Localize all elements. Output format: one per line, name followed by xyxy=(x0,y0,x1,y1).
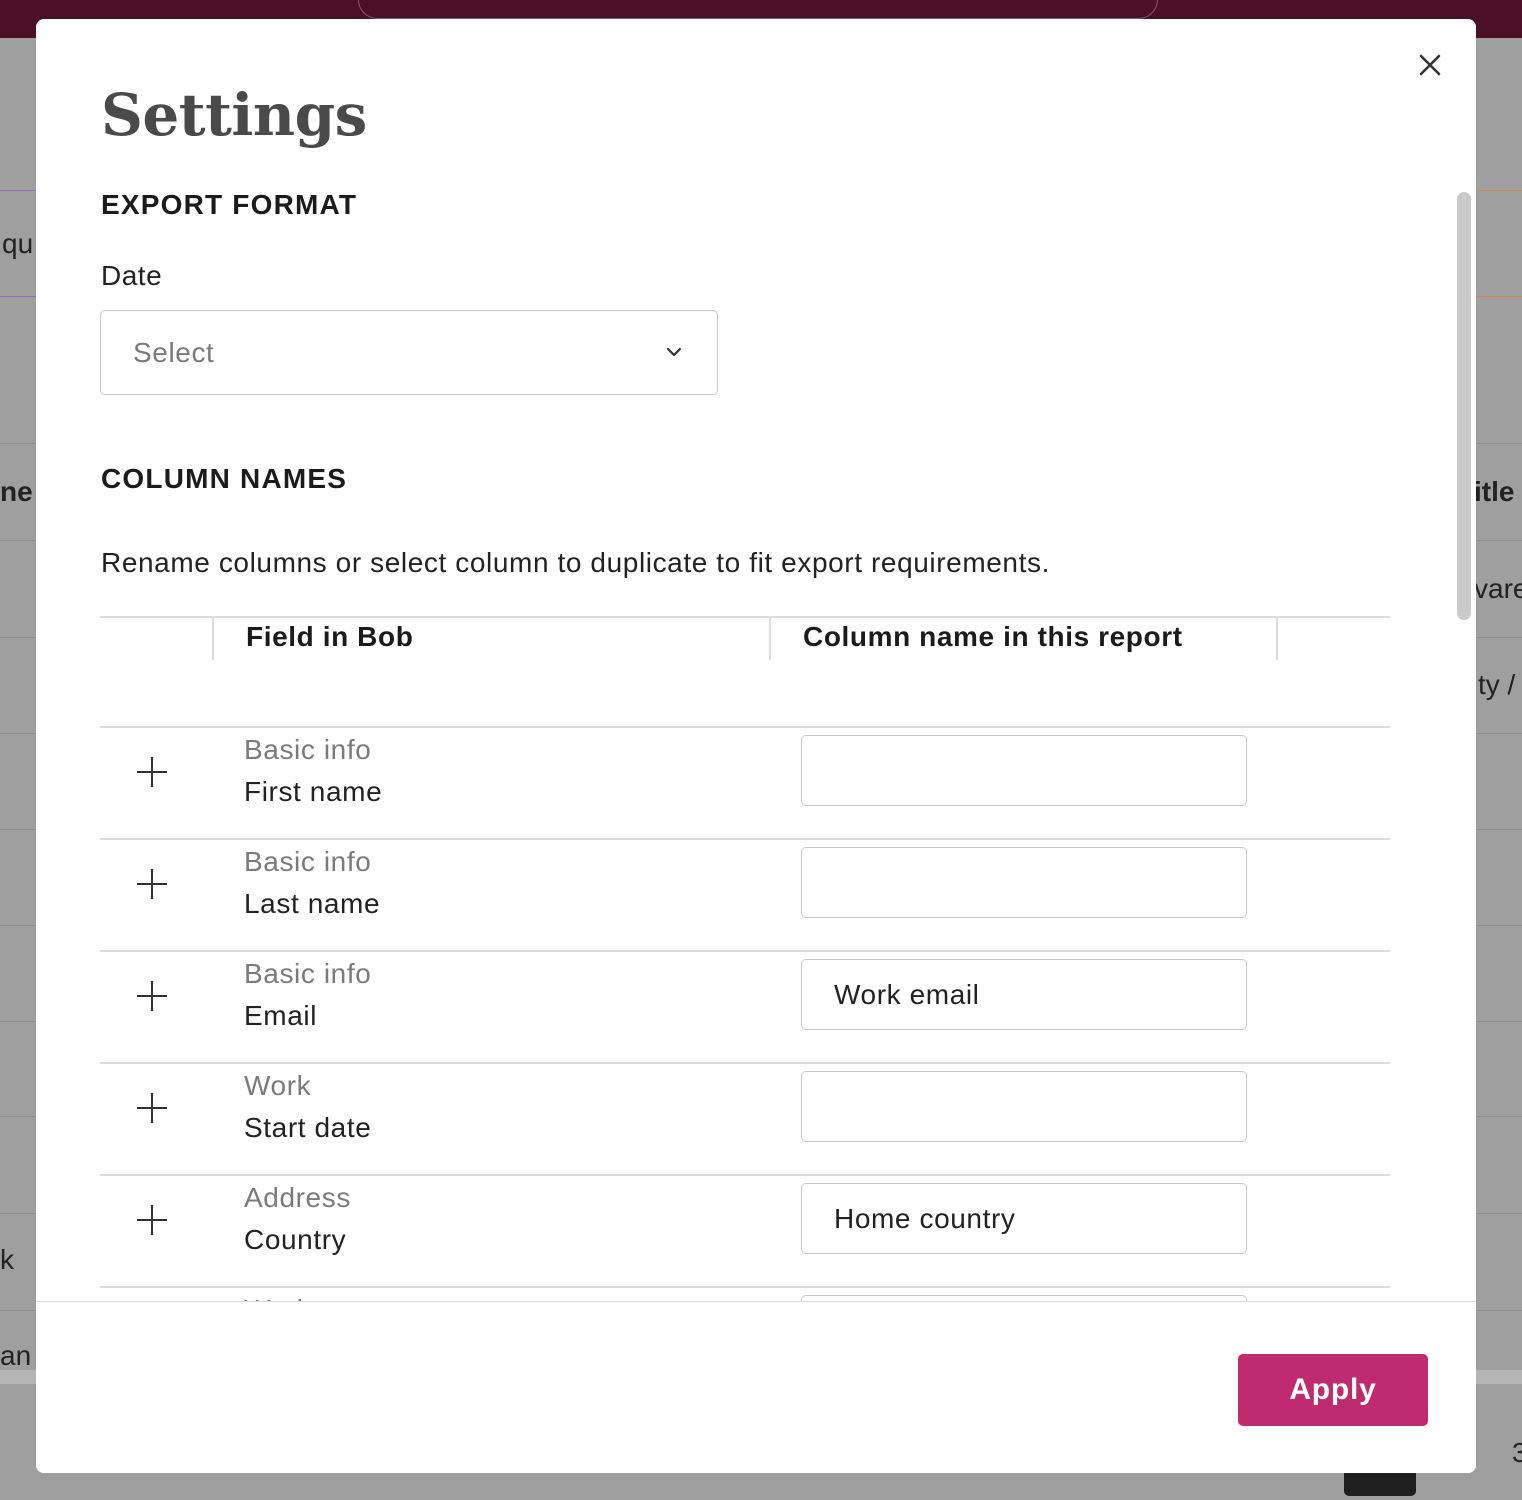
background-text: an xyxy=(0,1340,32,1371)
chevron-down-icon xyxy=(666,347,682,357)
divider xyxy=(1476,540,1522,541)
divider xyxy=(1476,1116,1522,1117)
modal-scrollbar[interactable] xyxy=(1457,192,1471,620)
background-text: ty / xyxy=(1478,669,1516,700)
table-row: Work Start date xyxy=(100,1064,1390,1176)
divider xyxy=(0,540,36,541)
header-column-name: Column name in this report xyxy=(803,621,1183,652)
plus-icon[interactable] xyxy=(136,1204,168,1236)
divider xyxy=(1476,1310,1522,1311)
divider xyxy=(1476,296,1522,297)
modal-title: Settings xyxy=(101,81,367,149)
divider xyxy=(1476,829,1522,830)
divider xyxy=(1476,443,1522,444)
divider xyxy=(0,1021,36,1022)
divider xyxy=(0,1116,36,1117)
background-text: k xyxy=(0,1244,14,1275)
background-text: vare xyxy=(1474,573,1522,604)
field-category: Basic info xyxy=(244,734,372,765)
field-name: Email xyxy=(244,1000,318,1031)
table-row: Address Country xyxy=(100,1176,1390,1288)
divider xyxy=(1476,637,1522,638)
column-names-description: Rename columns or select column to dupli… xyxy=(101,547,1050,578)
plus-icon[interactable] xyxy=(136,868,168,900)
field-name: First name xyxy=(244,776,383,807)
background-text: itle xyxy=(1474,476,1515,507)
export-format-heading: EXPORT FORMAT xyxy=(101,189,358,220)
column-name-input[interactable] xyxy=(801,1071,1247,1142)
field-category: Address xyxy=(244,1182,351,1213)
field-category: Basic info xyxy=(244,846,372,877)
divider xyxy=(0,190,36,191)
header-field-in-bob: Field in Bob xyxy=(246,621,414,652)
column-name-input[interactable] xyxy=(801,1183,1247,1254)
divider xyxy=(0,443,36,444)
divider xyxy=(1476,925,1522,926)
divider xyxy=(0,925,36,926)
column-names-heading: COLUMN NAMES xyxy=(101,463,348,494)
apply-button[interactable]: Apply xyxy=(1238,1354,1428,1426)
table-divider xyxy=(100,616,1390,618)
close-icon xyxy=(1419,54,1441,76)
field-category: Work xyxy=(244,1070,312,1101)
column-name-input[interactable] xyxy=(801,735,1247,806)
column-separator xyxy=(769,617,771,660)
column-name-input[interactable] xyxy=(801,847,1247,918)
date-select-value: Select xyxy=(133,337,215,368)
background-text: qu xyxy=(2,228,34,259)
divider xyxy=(0,1213,36,1214)
search-bar xyxy=(358,0,1158,19)
divider xyxy=(1476,190,1522,191)
divider xyxy=(1476,733,1522,734)
divider xyxy=(0,829,36,830)
plus-icon[interactable] xyxy=(136,1092,168,1124)
field-name: Country xyxy=(244,1224,347,1255)
background-text: ne xyxy=(0,476,33,507)
close-button[interactable] xyxy=(1414,49,1446,81)
column-separator xyxy=(1276,617,1278,660)
table-row: Basic info First name xyxy=(100,728,1390,840)
column-separator xyxy=(212,617,214,660)
background-text: 3 xyxy=(1512,1437,1522,1468)
field-name: Last name xyxy=(244,888,381,919)
date-label: Date xyxy=(101,260,163,291)
date-format-select[interactable]: Select xyxy=(100,310,718,395)
plus-icon[interactable] xyxy=(136,980,168,1012)
field-category: Basic info xyxy=(244,958,372,989)
table-row: Basic info Last name xyxy=(100,840,1390,952)
settings-modal: Settings EXPORT FORMAT Date Select COLUM… xyxy=(36,19,1476,1473)
plus-icon[interactable] xyxy=(136,756,168,788)
modal-footer: Apply xyxy=(36,1301,1476,1473)
field-name: Start date xyxy=(244,1112,372,1143)
divider xyxy=(1476,1213,1522,1214)
divider xyxy=(0,296,36,297)
divider xyxy=(0,733,36,734)
divider xyxy=(1476,1021,1522,1022)
column-name-input[interactable] xyxy=(801,959,1247,1030)
table-row: Work xyxy=(100,1288,1390,1302)
divider xyxy=(0,1310,36,1311)
divider xyxy=(0,637,36,638)
modal-scroll-area[interactable]: Settings EXPORT FORMAT Date Select COLUM… xyxy=(36,19,1476,1302)
table-row: Basic info Email xyxy=(100,952,1390,1064)
